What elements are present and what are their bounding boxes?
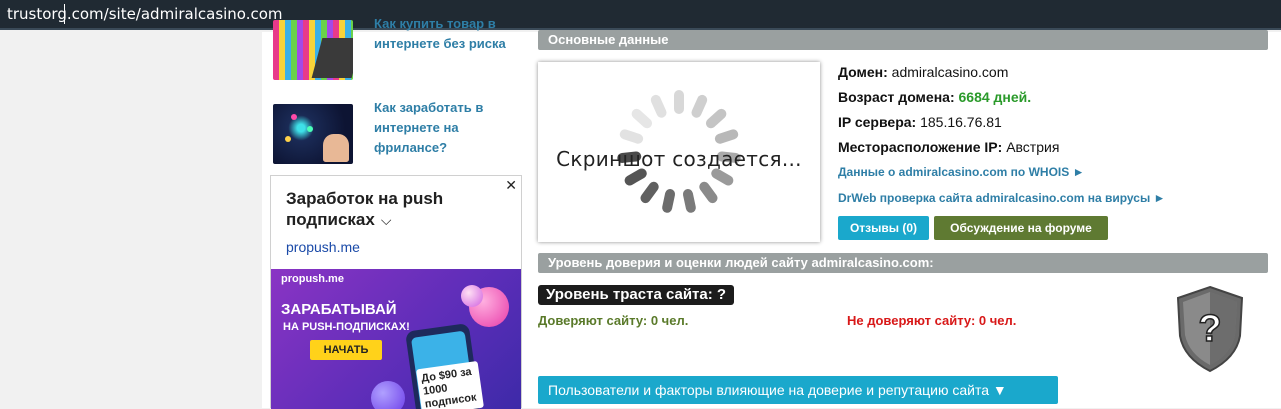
site-screenshot-placeholder: Скриншот создается... [538, 62, 820, 242]
url-text[interactable]: trustorg.com/site/admiralcasino.com [7, 5, 283, 23]
app-icon-dot [307, 126, 313, 132]
reviews-button[interactable]: Отзывы (0) [838, 216, 929, 240]
banner-subheadline: НА PUSH-ПОДПИСКАХ! [283, 321, 410, 333]
banner-offer: До $90 за 1000 подписок [416, 360, 484, 409]
banner-headline: ЗАРАБАТЫВАЙ [281, 301, 397, 318]
banner-brand: propush.me [281, 273, 344, 285]
domain-value: admiralcasino.com [891, 64, 1009, 80]
chevron-down-icon[interactable]: ⌵ [381, 212, 392, 228]
trust-yes-count: Доверяют сайту: 0 чел. [538, 313, 689, 328]
address-bar[interactable]: trustorg.com/site/admiralcasino.com [0, 0, 1281, 30]
trust-level-badge: Уровень траста сайта: ? [538, 285, 735, 305]
news-link[interactable]: Как заработать в интернете на фрилансе? [374, 98, 514, 158]
ip-value: 185.16.76.81 [920, 114, 1002, 130]
trust-no-count: Не доверяют сайту: 0 чел. [847, 313, 1017, 328]
hand-image [323, 134, 349, 162]
app-icon-dot [291, 114, 297, 120]
trust-factors-button[interactable]: Пользователи и факторы влияющие на довер… [538, 376, 1058, 404]
whois-link[interactable]: Данные о admiralcasino.com по WHOIS ► [838, 165, 1084, 179]
banner-cta-button[interactable]: НАЧАТЬ [310, 340, 382, 360]
coin-icon [461, 285, 483, 307]
ad-banner[interactable]: propush.me ЗАРАБАТЫВАЙ НА PUSH-ПОДПИСКАХ… [271, 269, 521, 409]
app-icon-dot [285, 136, 291, 142]
section-header-basic: Основные данные [538, 30, 1268, 50]
drweb-link[interactable]: DrWeb проверка сайта admiralcasino.com н… [838, 191, 1165, 205]
domain-row: Домен: admiralcasino.com [838, 64, 1009, 80]
news-link[interactable]: Как купить товар в интернете без риска [374, 14, 514, 54]
ad-domain[interactable]: propush.me [286, 239, 360, 255]
ad-block[interactable]: ✕ Заработок на push подписках ⌵ propush.m… [270, 175, 522, 409]
news-thumbnail-shopping[interactable] [273, 20, 353, 80]
close-icon[interactable]: ✕ [505, 177, 517, 194]
location-value: Австрия [1006, 139, 1060, 155]
screenshot-caption: Скриншот создается... [556, 147, 802, 171]
shield-question-mark: ? [1198, 308, 1221, 350]
decor-ball-icon [371, 381, 405, 409]
ip-row: IP сервера: 185.16.76.81 [838, 114, 1002, 130]
location-row: Месторасположение IP: Австрия [838, 139, 1060, 155]
domain-age-row: Возраст домена: 6684 дней. [838, 89, 1032, 105]
ad-title[interactable]: Заработок на push подписках ⌵ [286, 188, 486, 231]
text-caret [64, 4, 65, 24]
domain-age-value: 6684 дней. [958, 89, 1032, 105]
news-thumbnail-freelance[interactable] [273, 104, 353, 164]
shield-icon: ? [1176, 285, 1244, 373]
keyboard-image [311, 38, 353, 78]
section-header-trust: Уровень доверия и оценки людей сайту adm… [538, 253, 1268, 273]
page-content: Как купить товар в интернете без риска К… [262, 16, 1281, 409]
forum-button[interactable]: Обсуждение на форуме [934, 216, 1108, 240]
